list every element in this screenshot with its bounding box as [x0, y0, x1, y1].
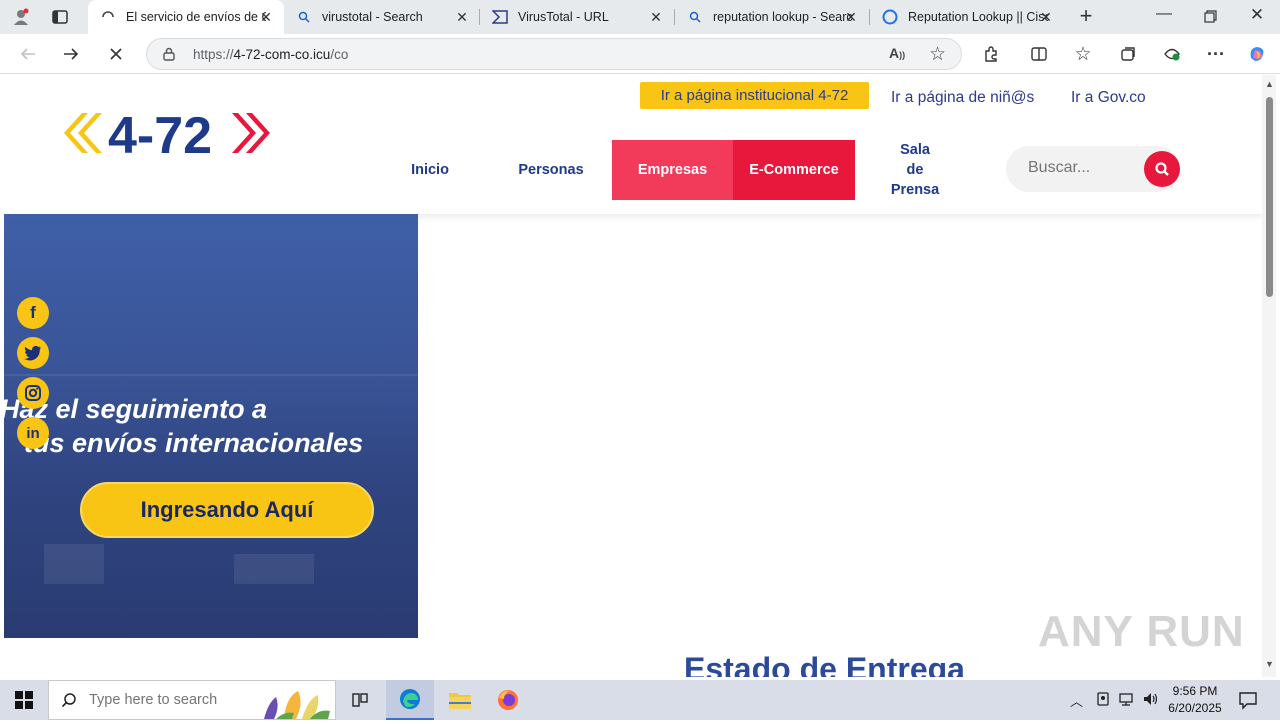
banner-building — [234, 554, 314, 584]
search-icon — [61, 692, 77, 713]
anyrun-watermark: ANY RUN — [1038, 607, 1245, 656]
address-bar[interactable]: https://4-72-com-co.icu/co A)) ☆ — [146, 38, 962, 70]
nav-personas[interactable]: Personas — [502, 140, 600, 200]
forward-button[interactable] — [55, 38, 87, 70]
stop-loading-button[interactable] — [100, 38, 132, 70]
scroll-up-arrow[interactable]: ▲ — [1265, 79, 1274, 89]
edge-taskbar-icon[interactable] — [386, 680, 434, 720]
minimize-button[interactable]: — — [1148, 5, 1180, 29]
file-explorer-icon[interactable] — [436, 680, 484, 720]
close-window-button[interactable]: ✕ — [1242, 5, 1272, 29]
favorite-star-icon[interactable]: ☆ — [929, 43, 946, 66]
network-icon[interactable] — [1118, 691, 1136, 712]
split-screen-icon[interactable] — [1023, 38, 1055, 70]
show-hidden-icons-chevron-icon[interactable]: ︿ — [1070, 691, 1083, 710]
url-text[interactable]: https://4-72-com-co.icu/co — [193, 47, 348, 62]
site-search-button[interactable] — [1144, 151, 1180, 187]
tab-cisco-reputation[interactable]: Reputation Lookup || Cisc ✕ — [870, 0, 1064, 34]
linkedin-icon[interactable]: in — [17, 417, 49, 449]
tab-virustotal-url[interactable]: VirusTotal - URL ✕ — [480, 0, 674, 34]
tab-strip: El servicio de envíos de C ✕ virustotal … — [0, 0, 1280, 34]
globe-icon — [882, 9, 898, 25]
url-path: /co — [330, 47, 349, 62]
favorites-icon[interactable]: ☆ — [1067, 38, 1099, 70]
firefox-icon[interactable] — [484, 680, 532, 720]
windows-taskbar: ︿ 9:56 PM 6/20/2025 — [0, 680, 1280, 720]
new-tab-button[interactable]: + — [1073, 5, 1099, 29]
site-info-icon[interactable] — [161, 46, 177, 67]
nav-e-commerce[interactable]: E-Commerce — [733, 140, 855, 200]
nav-inicio[interactable]: Inicio — [390, 140, 470, 200]
taskbar-search-box — [48, 680, 336, 720]
scroll-thumb[interactable] — [1266, 97, 1273, 297]
task-view-button[interactable] — [336, 680, 384, 720]
close-icon[interactable]: ✕ — [1038, 9, 1054, 25]
close-icon[interactable]: ✕ — [843, 9, 859, 25]
read-aloud-icon[interactable]: A)) — [889, 45, 905, 61]
restore-button[interactable] — [1196, 7, 1224, 29]
tab-label: virustotal - Search — [322, 10, 423, 24]
search-icon — [687, 9, 703, 25]
gov-co-link[interactable]: Ir a Gov.co — [1071, 89, 1146, 107]
banner-headline: Haz el seguimiento a tus envíos internac… — [4, 392, 418, 460]
nav-empresas[interactable]: Empresas — [612, 140, 733, 200]
logo-text: 4-72 — [108, 107, 212, 159]
clock-time: 9:56 PM — [1172, 684, 1218, 698]
instagram-icon[interactable] — [17, 377, 49, 409]
site-logo[interactable]: 4-72 — [62, 107, 272, 165]
meet-now-icon[interactable] — [1095, 691, 1111, 712]
search-icon — [296, 9, 312, 25]
browser-toolbar: https://4-72-com-co.icu/co A)) ☆ ☆ ··· — [0, 34, 1280, 74]
back-button[interactable] — [12, 38, 44, 70]
ingresando-aqui-button[interactable]: Ingresando Aquí — [80, 482, 374, 538]
start-button[interactable] — [0, 680, 48, 720]
loading-icon — [100, 9, 116, 25]
url-prefix: https:// — [193, 47, 234, 62]
nav-sala-de-prensa[interactable]: Sala de Prensa — [882, 140, 948, 200]
tab-label: reputation lookup - Searc — [713, 10, 853, 24]
tab-label: Reputation Lookup || Cisc — [908, 10, 1048, 24]
site-header: 4-72 Ir a página institucional 4-72 Ir a… — [4, 75, 1262, 214]
banner-horizon — [4, 374, 418, 376]
site-search-input[interactable] — [1028, 159, 1128, 177]
banner-line-1: Haz el seguimiento a — [4, 394, 268, 424]
tab-label: El servicio de envíos de C — [126, 10, 266, 24]
taskbar-clock[interactable]: 9:56 PM 6/20/2025 — [1160, 683, 1230, 717]
notifications-icon[interactable] — [1238, 690, 1258, 715]
tab-reputation-search[interactable]: reputation lookup - Searc ✕ — [675, 0, 869, 34]
clock-date: 6/20/2025 — [1168, 701, 1222, 715]
tab-4-72[interactable]: El servicio de envíos de C ✕ — [88, 0, 284, 34]
collections-icon[interactable] — [1112, 38, 1144, 70]
close-icon[interactable]: ✕ — [258, 9, 274, 25]
twitter-icon[interactable] — [17, 337, 49, 369]
volume-icon[interactable] — [1142, 690, 1160, 713]
search-icon — [1155, 162, 1169, 176]
url-host: 4-72-com-co.icu — [233, 47, 331, 62]
close-icon[interactable]: ✕ — [454, 9, 470, 25]
tab-label: VirusTotal - URL — [518, 10, 609, 24]
banner-line-2: tus envíos internacionales — [24, 428, 364, 458]
tracking-banner[interactable]: Haz el seguimiento a tus envíos internac… — [4, 214, 418, 638]
institutional-page-link[interactable]: Ir a página institucional 4-72 — [640, 82, 869, 109]
banner-building — [44, 544, 104, 584]
site-search-box — [1006, 146, 1180, 192]
tab-virustotal-search[interactable]: virustotal - Search ✕ — [284, 0, 480, 34]
settings-more-icon[interactable]: ··· — [1200, 38, 1232, 70]
extensions-icon[interactable] — [975, 38, 1007, 70]
kids-page-link[interactable]: Ir a página de niñ@s — [891, 89, 1034, 107]
estado-entrega-heading: Estado de Entrega — [684, 651, 965, 677]
profile-avatar[interactable] — [8, 5, 34, 29]
page-scrollbar[interactable]: ▲ ▼ — [1262, 75, 1276, 677]
facebook-icon[interactable]: f — [17, 297, 49, 329]
web-page: 4-72 Ir a página institucional 4-72 Ir a… — [4, 75, 1262, 677]
copilot-icon[interactable] — [1241, 38, 1273, 70]
tulip-decoration-icon — [254, 683, 334, 724]
tab-actions-icon[interactable] — [50, 7, 72, 27]
close-icon[interactable]: ✕ — [648, 9, 664, 25]
browser-essentials-icon[interactable] — [1156, 38, 1188, 70]
scroll-down-arrow[interactable]: ▼ — [1265, 659, 1274, 669]
windows-logo-icon — [15, 691, 33, 709]
virustotal-icon — [492, 9, 508, 25]
taskbar-search-input[interactable] — [89, 692, 249, 708]
